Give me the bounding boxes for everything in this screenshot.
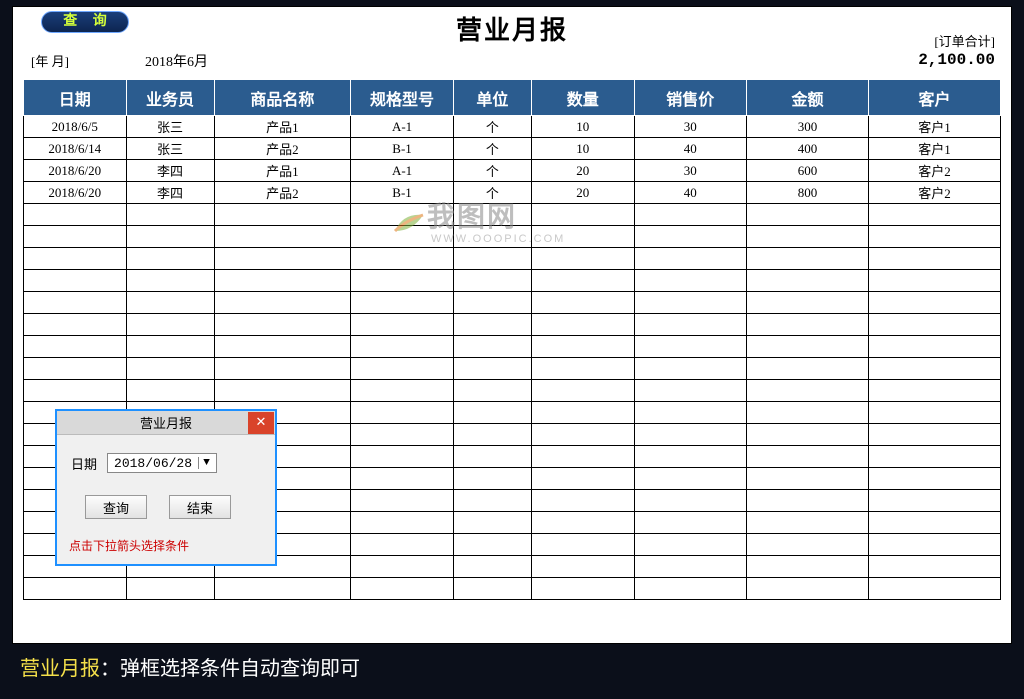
cell-customer: 客户2 [869,160,1001,182]
col-spec: 规格型号 [351,80,454,116]
date-dropdown[interactable]: 2018/06/28 ▼ [107,453,217,473]
report-sheet: 查 询 营业月报 [订单合计] [年 月] 2018年6月 2,100.00 日… [12,6,1012,644]
col-qty: 数量 [532,80,635,116]
cell-qty: 20 [532,182,635,204]
cell-price: 40 [634,138,746,160]
table-row-empty [24,248,1001,270]
sum-value: 2,100.00 [918,51,995,69]
cell-spec: A-1 [351,160,454,182]
cell-customer: 客户1 [869,116,1001,138]
cell-spec: B-1 [351,182,454,204]
col-unit: 单位 [453,80,531,116]
table-row-empty [24,380,1001,402]
filter-dialog: 营业月报 ✕ 日期 2018/06/28 ▼ 查询 结束 点击下拉箭头选择条件 [55,409,277,566]
cell-product: 产品1 [214,116,351,138]
table-row-empty [24,204,1001,226]
query-button-main[interactable]: 查 询 [41,11,129,33]
dialog-title: 营业月报 [57,413,275,432]
cell-unit: 个 [453,116,531,138]
table-header-row: 日期 业务员 商品名称 规格型号 单位 数量 销售价 金额 客户 [24,80,1001,116]
year-month-value: 2018年6月 [145,51,208,71]
year-month-label: [年 月] [31,51,69,70]
cell-sales: 李四 [126,182,214,204]
col-price: 销售价 [634,80,746,116]
dialog-query-button[interactable]: 查询 [85,495,147,519]
close-icon[interactable]: ✕ [248,412,274,434]
table-row[interactable]: 2018/6/20李四产品2B-1个2040800客户2 [24,182,1001,204]
col-product: 商品名称 [214,80,351,116]
cell-unit: 个 [453,138,531,160]
cell-spec: B-1 [351,138,454,160]
cell-price: 30 [634,116,746,138]
footer-highlight: 营业月报 [20,658,100,680]
footer-rest: ：弹框选择条件自动查询即可 [100,658,360,680]
cell-qty: 10 [532,116,635,138]
table-row-empty [24,336,1001,358]
table-row-empty [24,226,1001,248]
table-row[interactable]: 2018/6/5张三产品1A-1个1030300客户1 [24,116,1001,138]
cell-customer: 客户1 [869,138,1001,160]
col-salesperson: 业务员 [126,80,214,116]
table-row-empty [24,314,1001,336]
table-row[interactable]: 2018/6/20李四产品1A-1个2030600客户2 [24,160,1001,182]
cell-sales: 张三 [126,138,214,160]
cell-amount: 400 [746,138,868,160]
date-label: 日期 [71,454,97,473]
topbar: 查 询 营业月报 [订单合计] [23,13,1001,43]
date-value: 2018/06/28 [114,456,192,471]
col-amount: 金额 [746,80,868,116]
cell-unit: 个 [453,160,531,182]
table-row[interactable]: 2018/6/14张三产品2B-1个1040400客户1 [24,138,1001,160]
table-row-empty [24,578,1001,600]
table-row-empty [24,270,1001,292]
cell-product: 产品1 [214,160,351,182]
cell-product: 产品2 [214,182,351,204]
dialog-end-button[interactable]: 结束 [169,495,231,519]
cell-qty: 20 [532,160,635,182]
table-row-empty [24,292,1001,314]
cell-product: 产品2 [214,138,351,160]
dialog-hint: 点击下拉箭头选择条件 [69,537,265,554]
col-customer: 客户 [869,80,1001,116]
cell-amount: 300 [746,116,868,138]
dialog-titlebar[interactable]: 营业月报 ✕ [57,411,275,435]
footer-caption: 营业月报：弹框选择条件自动查询即可 [0,644,1024,681]
dialog-body: 日期 2018/06/28 ▼ 查询 结束 点击下拉箭头选择条件 [57,435,275,564]
cell-date: 2018/6/5 [24,116,127,138]
meta-row: [年 月] 2018年6月 2,100.00 [23,51,1001,77]
sum-label: [订单合计] [934,31,995,50]
cell-customer: 客户2 [869,182,1001,204]
cell-unit: 个 [453,182,531,204]
table-row-empty [24,358,1001,380]
cell-price: 40 [634,182,746,204]
col-date: 日期 [24,80,127,116]
cell-spec: A-1 [351,116,454,138]
cell-date: 2018/6/14 [24,138,127,160]
cell-date: 2018/6/20 [24,160,127,182]
cell-date: 2018/6/20 [24,182,127,204]
cell-amount: 600 [746,160,868,182]
cell-price: 30 [634,160,746,182]
cell-sales: 李四 [126,160,214,182]
cell-amount: 800 [746,182,868,204]
page-title: 营业月报 [23,10,1001,47]
chevron-down-icon[interactable]: ▼ [198,457,214,469]
cell-qty: 10 [532,138,635,160]
cell-sales: 张三 [126,116,214,138]
